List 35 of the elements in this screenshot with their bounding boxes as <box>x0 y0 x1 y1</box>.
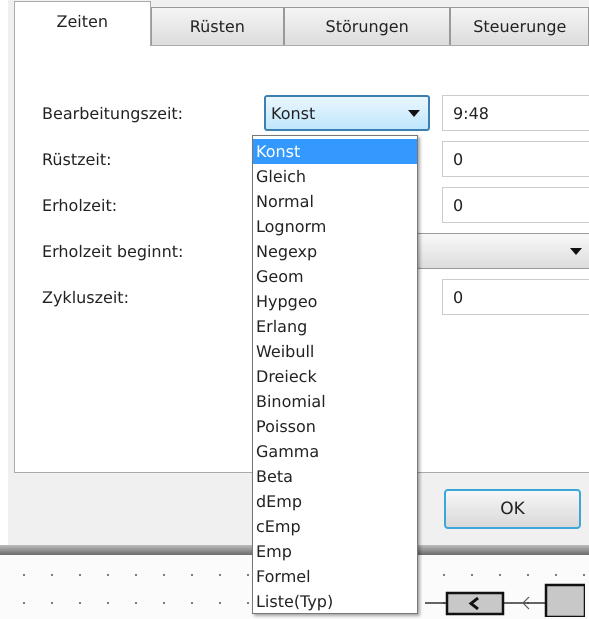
dropdown-option[interactable]: Emp <box>253 539 417 564</box>
dropdown-option[interactable]: Binomial <box>253 389 417 414</box>
dropdown-option[interactable]: Gleich <box>253 164 417 189</box>
dropdown-option[interactable]: Weibull <box>253 339 417 364</box>
caret-icon <box>570 248 582 254</box>
field-label: Rüstzeit: <box>42 150 112 168</box>
distribution-dropdown[interactable]: Konst <box>264 95 430 131</box>
field-label: Erholzeit: <box>42 196 118 214</box>
input-field[interactable]: 0 <box>442 187 589 223</box>
dropdown-option[interactable]: Normal <box>253 189 417 214</box>
dropdown-option[interactable]: Formel <box>253 564 417 589</box>
field-label: Zykluszeit: <box>42 288 130 306</box>
dropdown-option[interactable]: Lognorm <box>253 214 417 239</box>
input-field[interactable]: 0 <box>442 141 589 177</box>
dropdown-option[interactable]: Erlang <box>253 314 417 339</box>
dropdown-option[interactable]: Geom <box>253 264 417 289</box>
field-label: Bearbeitungszeit: <box>42 104 184 122</box>
tab[interactable]: Steuerunge <box>450 7 589 45</box>
dropdown-option[interactable]: Beta <box>253 464 417 489</box>
dropdown-option[interactable]: Gamma <box>253 439 417 464</box>
tab[interactable]: Zeiten <box>14 1 151 46</box>
dropdown-option[interactable]: dEmp <box>253 489 417 514</box>
dropdown-option[interactable]: cEmp <box>253 514 417 539</box>
dropdown-option[interactable]: Poisson <box>253 414 417 439</box>
input-field[interactable]: 9:48 <box>442 95 589 131</box>
tab[interactable]: Rüsten <box>150 7 284 45</box>
field-label: Erholzeit beginnt: <box>42 242 184 260</box>
caret-icon <box>408 110 420 116</box>
dropdown-option[interactable]: Negexp <box>253 239 417 264</box>
tab[interactable]: Störungen <box>284 7 450 45</box>
dropdown-option[interactable]: Hypgeo <box>253 289 417 314</box>
dropdown-option[interactable]: Dreieck <box>253 364 417 389</box>
input-field[interactable]: 0 <box>442 279 589 315</box>
dropdown-option[interactable]: Liste(Typ) <box>253 589 417 614</box>
ok-button[interactable]: OK <box>444 489 581 529</box>
